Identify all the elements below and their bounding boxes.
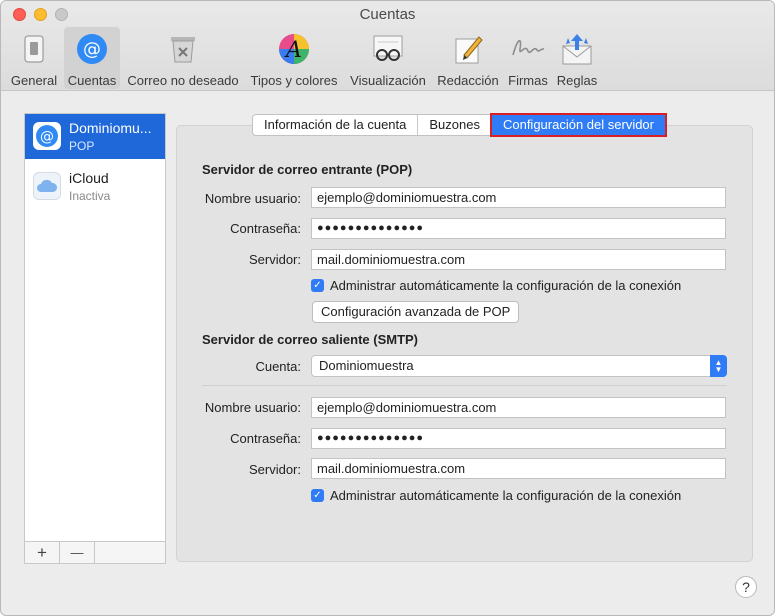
rules-envelope-icon: [559, 31, 595, 67]
outgoing-username-field[interactable]: ejemplo@dominiomuestra.com: [311, 397, 726, 418]
tab-server-settings[interactable]: Configuración del servidor: [489, 113, 668, 137]
toolbar-fonts-colors[interactable]: A Tipos y colores: [247, 27, 341, 89]
general-switch-icon: [16, 31, 52, 67]
account-name: Dominiomu...: [69, 120, 152, 136]
toolbar-viewing[interactable]: Visualización: [347, 27, 429, 89]
toolbar-rules-label: Reglas: [556, 73, 598, 88]
outgoing-auto-manage-checkbox[interactable]: ✓ Administrar automáticamente la configu…: [311, 488, 681, 503]
svg-text:A: A: [284, 38, 302, 63]
outgoing-account-value: Dominiomuestra: [319, 358, 414, 373]
fonts-colors-icon: A: [276, 31, 312, 67]
incoming-password-field[interactable]: ●●●●●●●●●●●●●●: [311, 218, 726, 239]
incoming-username-field[interactable]: ejemplo@dominiomuestra.com: [311, 187, 726, 208]
window-title: Cuentas: [359, 6, 416, 23]
remove-account-button[interactable]: —: [60, 542, 95, 563]
toolbar-rules[interactable]: Reglas: [555, 27, 599, 89]
toolbar-accounts[interactable]: @ Cuentas: [64, 27, 120, 89]
help-button[interactable]: ?: [735, 576, 757, 598]
toolbar-signatures[interactable]: Firmas: [506, 27, 550, 89]
tab-account-info[interactable]: Información de la cuenta: [253, 115, 419, 135]
incoming-server-field[interactable]: mail.dominiomuestra.com: [311, 249, 726, 270]
account-status: Inactiva: [69, 189, 111, 203]
checkmark-icon: ✓: [311, 279, 324, 292]
cloud-icon: [33, 172, 61, 200]
outgoing-password-label: Contraseña:: [230, 431, 301, 446]
account-list-toolbar: + —: [25, 541, 165, 563]
toolbar-general[interactable]: General: [9, 27, 59, 89]
account-item-dominiomuestra[interactable]: @ Dominiomu... POP: [25, 114, 165, 159]
toolbar-composing[interactable]: Redacción: [435, 27, 501, 89]
account-type: POP: [69, 139, 95, 153]
pencil-paper-icon: [450, 31, 486, 67]
outgoing-server-field[interactable]: mail.dominiomuestra.com: [311, 458, 726, 479]
toolbar-junk-label: Correo no deseado: [127, 73, 239, 88]
svg-text:@: @: [83, 39, 101, 60]
toolbar-fonts-colors-label: Tipos y colores: [250, 73, 338, 88]
outgoing-auto-manage-label: Administrar automáticamente la configura…: [330, 488, 682, 503]
toolbar-junk[interactable]: Correo no deseado: [125, 27, 241, 89]
outgoing-server-label: Servidor:: [248, 462, 301, 477]
tab-mailboxes[interactable]: Buzones: [418, 115, 492, 135]
outgoing-account-select[interactable]: Dominiomuestra ▲ ▼: [311, 355, 727, 377]
outgoing-server-heading: Servidor de correo saliente (SMTP): [202, 332, 419, 347]
outgoing-username-label: Nombre usuario:: [204, 400, 301, 415]
divider: [202, 385, 727, 386]
preferences-window: Cuentas General @ Cuentas Correo no dese…: [0, 0, 775, 616]
incoming-server-label: Servidor:: [248, 252, 301, 267]
tab-bar: Información de la cuenta Buzones Configu…: [252, 113, 668, 137]
add-account-button[interactable]: +: [25, 542, 60, 563]
at-icon: @: [74, 31, 110, 67]
junk-trash-icon: [165, 31, 201, 67]
glasses-icon: [370, 31, 406, 67]
toolbar-composing-label: Redacción: [437, 73, 499, 88]
incoming-server-heading: Servidor de correo entrante (POP): [202, 162, 413, 177]
outgoing-account-label: Cuenta:: [255, 359, 301, 374]
svg-text:@: @: [40, 129, 54, 145]
incoming-auto-manage-checkbox[interactable]: ✓ Administrar automáticamente la configu…: [311, 278, 681, 293]
outgoing-password-field[interactable]: ●●●●●●●●●●●●●●: [311, 428, 726, 449]
toolbar-accounts-label: Cuentas: [67, 73, 117, 88]
account-list: @ Dominiomu... POP iCloud Inactiva + —: [24, 113, 166, 564]
toolbar: Cuentas General @ Cuentas Correo no dese…: [1, 1, 774, 91]
incoming-password-label: Contraseña:: [230, 221, 301, 236]
account-item-icloud[interactable]: iCloud Inactiva: [25, 164, 165, 209]
incoming-auto-manage-label: Administrar automáticamente la configura…: [330, 278, 682, 293]
chevron-up-down-icon: ▲ ▼: [710, 355, 727, 377]
account-name: iCloud: [69, 170, 109, 186]
toolbar-signatures-label: Firmas: [508, 73, 548, 88]
at-icon: @: [33, 122, 61, 150]
toolbar-viewing-label: Visualización: [350, 73, 426, 88]
checkmark-icon: ✓: [311, 489, 324, 502]
incoming-username-label: Nombre usuario:: [204, 191, 301, 206]
toolbar-general-label: General: [10, 73, 58, 88]
advanced-pop-settings-button[interactable]: Configuración avanzada de POP: [312, 301, 520, 323]
signature-icon: [510, 31, 546, 67]
